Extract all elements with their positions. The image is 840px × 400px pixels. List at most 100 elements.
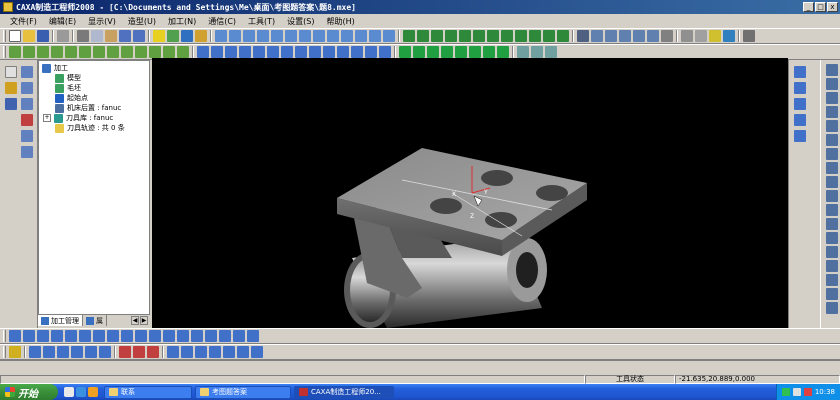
roughing-icon-4[interactable] — [51, 330, 63, 342]
wireframe-icon[interactable] — [681, 30, 693, 42]
save-icon[interactable] — [37, 30, 49, 42]
tree-item-start-point[interactable]: 起始点 — [55, 93, 88, 103]
finishing-icon-9[interactable] — [191, 330, 203, 342]
zoom-out-icon[interactable] — [605, 30, 617, 42]
new-file-icon[interactable] — [9, 30, 21, 42]
book-icon[interactable] — [5, 98, 17, 110]
tree-item-blank[interactable]: 毛坯 — [55, 83, 81, 93]
measure-icon[interactable] — [743, 30, 755, 42]
transform-icon-1[interactable] — [517, 46, 529, 58]
media-icon[interactable] — [88, 387, 98, 397]
toolbar-grip-2[interactable] — [3, 46, 6, 58]
tool-icon-1[interactable] — [21, 98, 33, 110]
tool-icon-2[interactable] — [21, 114, 33, 126]
surface-icon-8[interactable] — [295, 46, 307, 58]
mirror-icon[interactable] — [826, 260, 838, 272]
surface-icon-3[interactable] — [225, 46, 237, 58]
edit-icon-3[interactable] — [57, 346, 69, 358]
print-icon[interactable] — [57, 30, 69, 42]
cube-icon-11[interactable] — [543, 30, 555, 42]
browser-icon[interactable] — [76, 387, 86, 397]
view-icon-11[interactable] — [355, 30, 367, 42]
edit-icon-13[interactable] — [209, 346, 221, 358]
finishing-icon-7[interactable] — [163, 330, 175, 342]
toolbar-grip-3[interactable] — [3, 330, 6, 342]
copy-icon[interactable] — [91, 30, 103, 42]
show-desktop-icon[interactable] — [64, 387, 74, 397]
redo-icon[interactable] — [133, 30, 145, 42]
tab-scroll-right-button[interactable]: ▶ — [140, 316, 148, 325]
edit-icon-1[interactable] — [29, 346, 41, 358]
fillet-icon[interactable] — [826, 190, 838, 202]
solid-icon-4[interactable] — [441, 46, 453, 58]
view-icon-8[interactable] — [313, 30, 325, 42]
arc-icon[interactable] — [826, 78, 838, 90]
task-answers[interactable]: 考图题答案 — [195, 385, 291, 399]
cube-icon-4[interactable] — [445, 30, 457, 42]
edit-icon-14[interactable] — [223, 346, 235, 358]
edit-icon-8[interactable] — [133, 346, 145, 358]
close-button[interactable]: x — [827, 2, 838, 12]
finishing-icon-3[interactable] — [107, 330, 119, 342]
edit-icon-2[interactable] — [43, 346, 55, 358]
task-caxa[interactable]: CAXA制造工程师20... — [294, 385, 394, 399]
rotate-icon[interactable] — [633, 30, 645, 42]
surface-icon-10[interactable] — [323, 46, 335, 58]
menu-tools[interactable]: 工具(T) — [242, 16, 281, 27]
surface-icon-1[interactable] — [197, 46, 209, 58]
view-icon-6[interactable] — [285, 30, 297, 42]
feature-icon-1[interactable] — [9, 46, 21, 58]
tree-item-postprocessor[interactable]: 机床后置 : fanuc — [55, 103, 121, 113]
sketch-icon[interactable] — [21, 66, 33, 78]
maximize-button[interactable]: □ — [815, 2, 826, 12]
feature-icon-8[interactable] — [107, 46, 119, 58]
feature-icon-3[interactable] — [37, 46, 49, 58]
select-arrow-icon[interactable] — [5, 66, 17, 78]
grid-icon[interactable] — [21, 82, 33, 94]
texture-icon[interactable] — [723, 30, 735, 42]
finishing-icon-6[interactable] — [149, 330, 161, 342]
solid-icon-8[interactable] — [497, 46, 509, 58]
roughing-icon-1[interactable] — [9, 330, 21, 342]
surface-icon-14[interactable] — [379, 46, 391, 58]
menu-communication[interactable]: 通信(C) — [202, 16, 242, 27]
solid-icon-1[interactable] — [399, 46, 411, 58]
curve-tool-icon-5[interactable] — [794, 130, 806, 142]
tree-item-toolpath[interactable]: 刀具轨迹 : 共 0 条 — [55, 123, 125, 133]
finishing-icon-8[interactable] — [177, 330, 189, 342]
edit-icon-7[interactable] — [119, 346, 131, 358]
surface-icon-11[interactable] — [337, 46, 349, 58]
curve-tool-icon-3[interactable] — [794, 98, 806, 110]
start-button[interactable]: 开始 — [0, 384, 58, 400]
tab-properties[interactable]: 属 — [83, 315, 107, 326]
menu-help[interactable]: 帮助(H) — [321, 16, 361, 27]
surface-icon-9[interactable] — [309, 46, 321, 58]
finishing-icon-13[interactable] — [247, 330, 259, 342]
finishing-icon-1[interactable] — [79, 330, 91, 342]
cube-icon-9[interactable] — [515, 30, 527, 42]
spline-icon[interactable] — [826, 134, 838, 146]
feature-icon-13[interactable] — [177, 46, 189, 58]
formula-curve-icon[interactable] — [826, 162, 838, 174]
text-icon[interactable] — [826, 232, 838, 244]
edit-icon-4[interactable] — [71, 346, 83, 358]
offset-icon[interactable] — [826, 204, 838, 216]
feature-icon-7[interactable] — [93, 46, 105, 58]
tray-icon-2[interactable] — [792, 388, 801, 396]
window-zoom-icon[interactable] — [577, 30, 589, 42]
material-icon[interactable] — [195, 30, 207, 42]
zoom-in-icon[interactable] — [591, 30, 603, 42]
shaded-icon[interactable] — [709, 30, 721, 42]
view-icon-13[interactable] — [383, 30, 395, 42]
menu-edit[interactable]: 编辑(E) — [43, 16, 82, 27]
open-file-icon[interactable] — [23, 30, 35, 42]
surface-icon-5[interactable] — [253, 46, 265, 58]
curve-tool-icon-4[interactable] — [794, 114, 806, 126]
clock[interactable]: 10:38 — [815, 388, 835, 396]
scale-icon[interactable] — [826, 288, 838, 300]
tool-icon-4[interactable] — [21, 146, 33, 158]
transform-icon-2[interactable] — [531, 46, 543, 58]
finishing-icon-11[interactable] — [219, 330, 231, 342]
feature-icon-6[interactable] — [79, 46, 91, 58]
minimize-button[interactable]: _ — [803, 2, 814, 12]
